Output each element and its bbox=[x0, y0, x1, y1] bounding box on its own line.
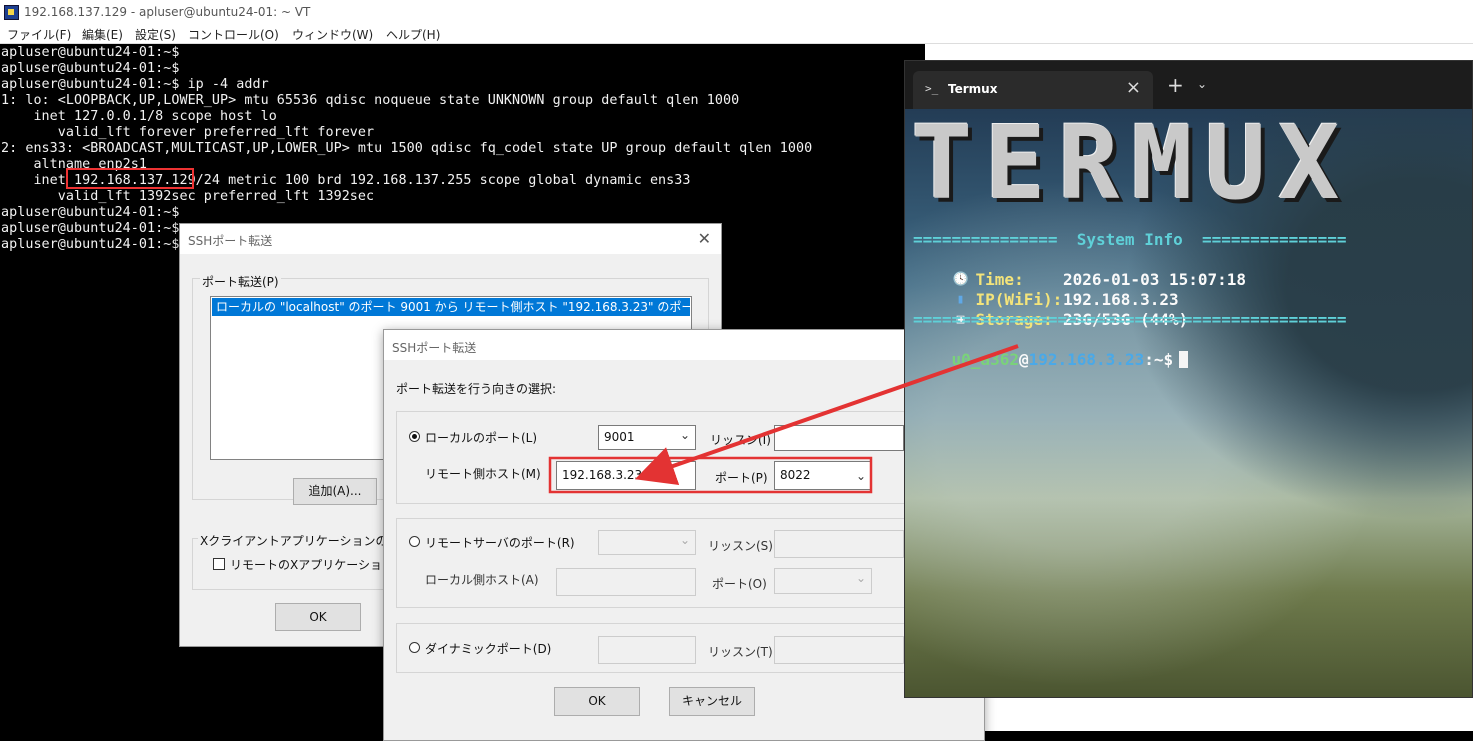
ok-button[interactable]: OK bbox=[554, 687, 640, 716]
window-title: 192.168.137.129 - apluser@ubuntu24-01: ~… bbox=[24, 5, 311, 19]
termux-prompt[interactable]: u0_a362@192.168.3.23:~$ bbox=[913, 330, 1189, 390]
dialog-titlebar: SSHポート転送 bbox=[384, 330, 984, 360]
local-port-label: ローカルのポート(L) bbox=[425, 431, 538, 445]
terminal-line: inet 127.0.0.1/8 scope host lo bbox=[1, 109, 277, 124]
cancel-button[interactable]: キャンセル bbox=[669, 687, 755, 716]
menu-window[interactable]: ウィンドウ(W) bbox=[292, 26, 373, 43]
local-port-value: 9001 bbox=[604, 430, 635, 444]
dynamic-port-radio[interactable] bbox=[409, 642, 420, 653]
time-value: 2026-01-03 15:07:18 bbox=[1063, 270, 1247, 289]
direction-label: ポート転送を行う向きの選択: bbox=[396, 382, 557, 396]
menu-file[interactable]: ファイル(F) bbox=[7, 26, 71, 43]
list-item[interactable]: ローカルの "localhost" のポート 9001 から リモート側ホスト … bbox=[212, 298, 691, 316]
close-icon[interactable]: ✕ bbox=[698, 229, 711, 248]
x-forward-group-label: Xクライアントアプリケーションの bbox=[198, 532, 390, 549]
terminal-line: apluser@ubuntu24-01:~$ bbox=[1, 221, 180, 236]
remote-port-combo[interactable]: 8022 ⌄ bbox=[774, 461, 872, 490]
ok-button[interactable]: OK bbox=[275, 603, 361, 631]
sysinfo-separator: ========================================… bbox=[913, 310, 1347, 329]
dialog-titlebar: SSHポート転送 ✕ bbox=[180, 224, 721, 254]
local-port-label: ポート(O) bbox=[712, 577, 767, 591]
x-forward-checkbox[interactable] bbox=[213, 558, 225, 570]
close-icon[interactable]: × bbox=[1126, 77, 1141, 98]
prompt-host: 192.168.3.23 bbox=[1028, 350, 1145, 369]
terminal-line: valid_lft forever preferred_lft forever bbox=[1, 125, 375, 140]
remote-host-input[interactable]: 192.168.3.23 bbox=[556, 461, 696, 490]
local-host-input[interactable] bbox=[556, 568, 696, 596]
tab-title: Termux bbox=[948, 82, 998, 96]
termux-ascii-banner: TERMUX bbox=[911, 104, 1352, 223]
new-tab-plus-icon[interactable]: + bbox=[1167, 73, 1184, 97]
listen-input[interactable] bbox=[774, 425, 904, 451]
chevron-down-icon: ⌄ bbox=[679, 533, 690, 547]
teraterm-titlebar: 192.168.137.129 - apluser@ubuntu24-01: ~… bbox=[0, 0, 1473, 24]
local-port-combo-disabled[interactable]: ⌄ bbox=[774, 568, 872, 594]
menu-edit[interactable]: 編集(E) bbox=[82, 26, 123, 43]
local-port-combo[interactable]: 9001 ⌄ bbox=[598, 425, 696, 450]
dialog-title: SSHポート転送 bbox=[188, 234, 273, 248]
chevron-down-icon: ⌄ bbox=[855, 469, 866, 483]
chevron-down-icon: ⌄ bbox=[679, 428, 690, 442]
terminal-line: apluser@ubuntu24-01:~$ bbox=[1, 205, 180, 220]
remote-host-label: リモート側ホスト(M) bbox=[425, 467, 541, 481]
prompt-at: @ bbox=[1018, 350, 1029, 369]
terminal-line: apluser@ubuntu24-01:~$ bbox=[1, 61, 180, 76]
remote-listen-label: リッスン(S) bbox=[708, 539, 773, 553]
terminal-line: 1: lo: <LOOPBACK,UP,LOWER_UP> mtu 65536 … bbox=[1, 93, 740, 108]
termux-window[interactable]: >_ Termux × + ⌄ TERMUX =============== S… bbox=[904, 60, 1473, 698]
port-forward-group-label: ポート転送(P) bbox=[200, 273, 281, 290]
menu-help[interactable]: ヘルプ(H) bbox=[386, 26, 440, 43]
remote-port-value: 8022 bbox=[780, 468, 811, 482]
termux-tabbar: >_ Termux × + ⌄ bbox=[905, 61, 1472, 109]
text-cursor bbox=[1179, 351, 1189, 368]
sysinfo-header: =============== System Info ============… bbox=[913, 230, 1347, 249]
dynamic-listen-input[interactable] bbox=[774, 636, 904, 664]
menu-control[interactable]: コントロール(O) bbox=[188, 26, 279, 43]
local-port-radio[interactable] bbox=[409, 431, 420, 442]
prompt-user: u0_a362 bbox=[951, 350, 1019, 369]
menu-bar: ファイル(F) 編集(E) 設定(S) コントロール(O) ウィンドウ(W) ヘ… bbox=[0, 24, 1473, 44]
teraterm-app-icon bbox=[4, 5, 19, 20]
dynamic-port-input[interactable] bbox=[598, 636, 696, 664]
x-forward-checkbox-label: リモートのXアプリケーションを bbox=[230, 558, 406, 572]
listen-label: リッスン(I) bbox=[710, 433, 771, 447]
remote-server-port-combo[interactable]: ⌄ bbox=[598, 530, 696, 555]
local-host-label: ローカル側ホスト(A) bbox=[425, 573, 539, 587]
menu-setup[interactable]: 設定(S) bbox=[135, 26, 176, 43]
ip-address-highlight-box bbox=[66, 168, 194, 189]
ssh-forwarding-edit-dialog: SSHポート転送 ポート転送を行う向きの選択: ローカルのポート(L) 9001… bbox=[383, 329, 985, 741]
terminal-icon: >_ bbox=[925, 82, 939, 95]
remote-server-port-radio[interactable] bbox=[409, 536, 420, 547]
chevron-down-icon[interactable]: ⌄ bbox=[1197, 77, 1207, 91]
terminal-line: apluser@ubuntu24-01:~$ bbox=[1, 45, 180, 60]
prompt-path: :~$ bbox=[1144, 350, 1174, 369]
terminal-line: 2: ens33: <BROADCAST,MULTICAST,UP,LOWER_… bbox=[1, 141, 813, 156]
terminal-line: valid_lft 1392sec preferred_lft 1392sec bbox=[1, 189, 375, 204]
dynamic-port-label: ダイナミックポート(D) bbox=[425, 642, 552, 656]
ip-value: 192.168.3.23 bbox=[1063, 290, 1179, 309]
terminal-line: apluser@ubuntu24-01:~$ bbox=[1, 237, 180, 252]
dialog-title: SSHポート転送 bbox=[392, 341, 477, 355]
chevron-down-icon: ⌄ bbox=[855, 571, 866, 585]
add-button[interactable]: 追加(A)... bbox=[293, 478, 377, 505]
remote-listen-input[interactable] bbox=[774, 530, 904, 558]
remote-server-port-label: リモートサーバのポート(R) bbox=[425, 536, 575, 550]
dynamic-listen-label: リッスン(T) bbox=[708, 645, 773, 659]
remote-port-label: ポート(P) bbox=[715, 471, 768, 485]
terminal-line: apluser@ubuntu24-01:~$ ip -4 addr bbox=[1, 77, 269, 92]
